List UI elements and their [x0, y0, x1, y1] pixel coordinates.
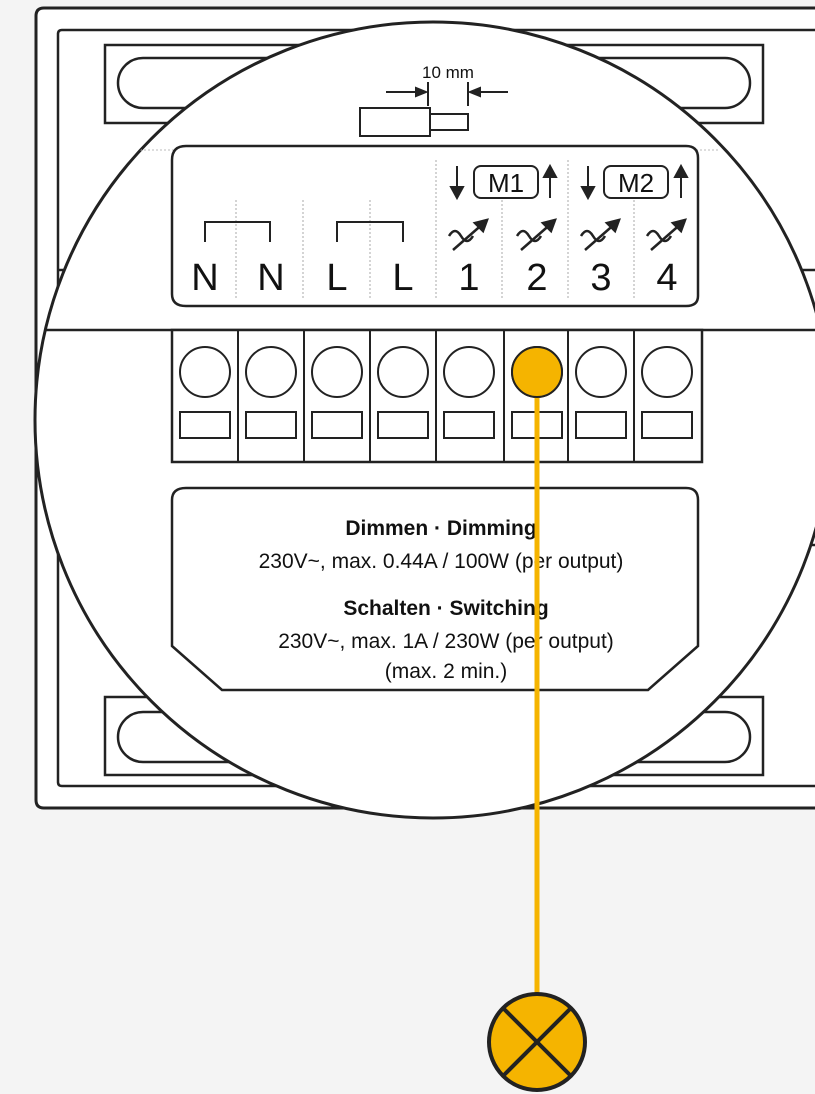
switching-title: Schalten · Switching — [343, 597, 548, 620]
terminal-clamp-7 — [575, 411, 627, 439]
terminal-clamp-2 — [245, 411, 297, 439]
terminal-screw-5 — [443, 346, 495, 398]
terminal-screw-4 — [377, 346, 429, 398]
terminal-label-8: 4 — [656, 257, 677, 299]
motor-marker-1: M1 — [473, 165, 539, 199]
switching-spec: 230V~, max. 1A / 230W (per output) — [278, 630, 614, 653]
terminal-clamp-3 — [311, 411, 363, 439]
terminal-screw-7 — [575, 346, 627, 398]
terminal-label-5: 1 — [458, 257, 479, 299]
terminal-screw-3 — [311, 346, 363, 398]
motor-marker-2: M2 — [603, 165, 669, 199]
wiring-diagram: 10 mm M1 M2 NNLL1234 Dimmen · Dimming 23… — [33, 6, 815, 1092]
svg-text:M1: M1 — [488, 168, 524, 198]
terminal-screw-2 — [245, 346, 297, 398]
lamp-icon — [487, 992, 587, 1092]
terminal-label-2: N — [257, 257, 284, 299]
svg-text:M2: M2 — [618, 168, 654, 198]
terminal-clamp-5 — [443, 411, 495, 439]
terminal-label-6: 2 — [526, 257, 547, 299]
terminal-label-1: N — [191, 257, 218, 299]
terminal-label-3: L — [326, 257, 347, 299]
wire-terminal-dot — [511, 346, 563, 398]
terminal-screw-1 — [179, 346, 231, 398]
terminal-label-7: 3 — [590, 257, 611, 299]
terminal-clamp-1 — [179, 411, 231, 439]
terminal-screw-8 — [641, 346, 693, 398]
dimming-spec: 230V~, max. 0.44A / 100W (per output) — [259, 550, 624, 573]
switching-limit: (max. 2 min.) — [385, 660, 508, 683]
dimming-title: Dimmen · Dimming — [345, 517, 536, 540]
terminal-clamp-8 — [641, 411, 693, 439]
strip-length-label: 10 mm — [422, 63, 474, 82]
terminal-clamp-4 — [377, 411, 429, 439]
terminal-label-4: L — [392, 257, 413, 299]
